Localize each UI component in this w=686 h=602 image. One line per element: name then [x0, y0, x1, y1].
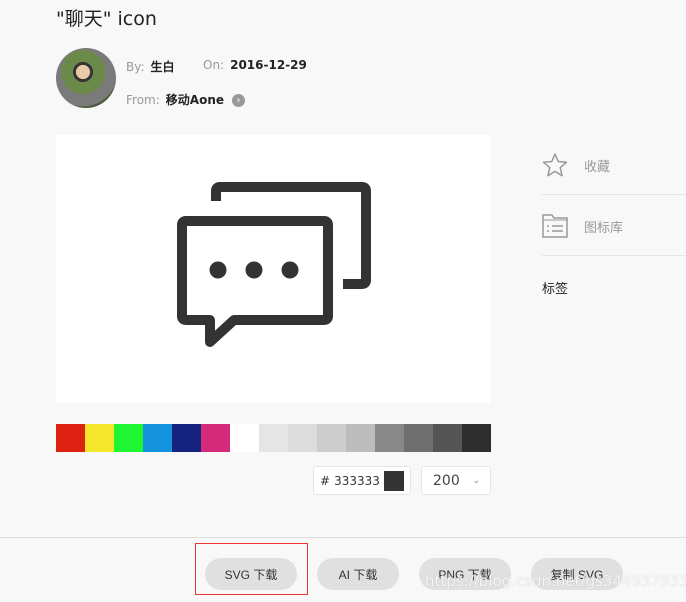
color-palette	[56, 424, 491, 452]
color-swatch[interactable]	[404, 424, 433, 452]
folder-list-icon	[542, 214, 568, 238]
on-label: On:	[203, 58, 225, 72]
color-swatch[interactable]	[172, 424, 201, 452]
library-button[interactable]: 图标库	[542, 214, 623, 238]
color-input[interactable]: #333333	[313, 466, 411, 495]
chevron-right-icon[interactable]: ›	[232, 94, 245, 107]
icon-preview	[56, 135, 490, 403]
source-line: From: 移动Aone ›	[126, 91, 245, 108]
color-swatch[interactable]	[230, 424, 259, 452]
color-swatch[interactable]	[201, 424, 230, 452]
date-line: On: 2016-12-29	[203, 58, 307, 72]
date: 2016-12-29	[230, 58, 307, 72]
from-label: From:	[126, 93, 160, 107]
color-swatch[interactable]	[462, 424, 491, 452]
color-swatch[interactable]	[375, 424, 404, 452]
divider	[0, 537, 686, 538]
star-icon	[542, 153, 568, 177]
author-name[interactable]: 生白	[151, 60, 175, 74]
watermark: https://blog.csdn.net/gs344937933	[425, 572, 686, 590]
tags-heading: 标签	[542, 282, 569, 297]
color-value[interactable]: 333333	[334, 474, 380, 488]
color-swatch[interactable]	[259, 424, 288, 452]
favorite-button[interactable]: 收藏	[542, 152, 610, 178]
svg-download-button[interactable]: SVG 下载	[205, 558, 297, 590]
avatar[interactable]	[56, 48, 116, 108]
divider	[542, 255, 686, 256]
color-swatch[interactable]	[114, 424, 143, 452]
color-swatch[interactable]	[143, 424, 172, 452]
library-label: 图标库	[584, 220, 624, 236]
favorite-label: 收藏	[584, 159, 611, 175]
by-label: By:	[126, 60, 145, 74]
color-swatch[interactable]	[433, 424, 462, 452]
chevron-down-icon: ⌄	[472, 475, 480, 486]
color-swatch[interactable]	[317, 424, 346, 452]
hash-prefix: #	[320, 473, 331, 488]
color-swatch[interactable]	[288, 424, 317, 452]
size-select[interactable]: 200 ⌄	[421, 466, 491, 495]
color-swatch[interactable]	[56, 424, 85, 452]
divider	[542, 194, 686, 195]
page-title: "聊天" icon	[56, 8, 157, 30]
color-preview-swatch	[384, 470, 404, 491]
size-value: 200	[433, 472, 460, 489]
chat-bubbles-icon	[177, 182, 371, 347]
color-swatch[interactable]	[85, 424, 114, 452]
ai-download-button[interactable]: AI 下载	[317, 558, 399, 590]
color-swatch[interactable]	[346, 424, 375, 452]
author-line: By: 生白	[126, 58, 175, 75]
source-link[interactable]: 移动Aone	[166, 93, 224, 107]
